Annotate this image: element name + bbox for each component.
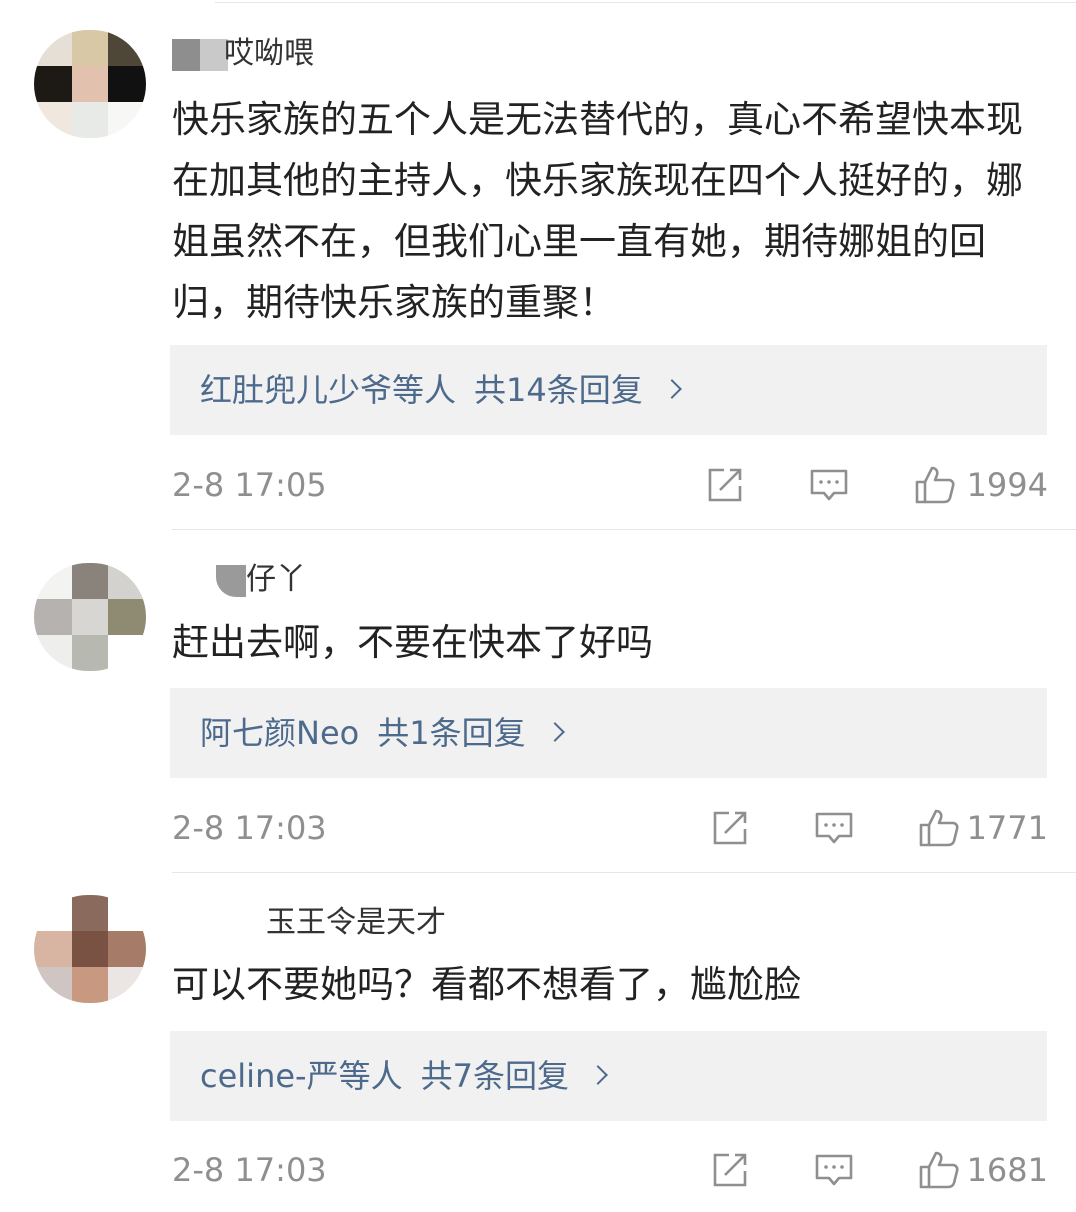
comment-text: 可以不要她吗？看都不想看了，尴尬脸 <box>172 963 801 1006</box>
username-text: 玉王令是天才 <box>266 905 446 940</box>
share-icon[interactable] <box>709 807 751 849</box>
share-icon[interactable] <box>704 464 746 506</box>
replies-box[interactable]: celine-严等人 共7条回复 <box>170 1031 1047 1121</box>
comment-icon[interactable] <box>808 464 850 506</box>
chevron-right-icon <box>661 379 682 399</box>
username-mosaic <box>172 907 272 940</box>
share-icon[interactable] <box>709 1149 751 1191</box>
divider <box>172 872 1076 873</box>
reply-count[interactable]: 共1条回复 <box>377 714 525 752</box>
reply-count[interactable]: 共7条回复 <box>421 1057 569 1095</box>
reply-users[interactable]: celine-严等人 <box>200 1057 403 1095</box>
top-divider <box>215 2 1076 3</box>
reply-users[interactable]: 阿七颜Neo <box>200 714 359 752</box>
chevron-right-icon <box>588 1065 608 1085</box>
username-mosaic <box>172 38 230 71</box>
replies-box[interactable]: 红肚兜儿少爷等人 共14条回复 <box>170 345 1047 435</box>
timestamp: 2-8 17:05 <box>172 466 327 504</box>
comment-meta: 2-8 17:05 1994 <box>172 462 1048 508</box>
like-icon[interactable] <box>918 807 960 849</box>
divider <box>172 529 1076 530</box>
timestamp: 2-8 17:03 <box>172 1151 327 1189</box>
timestamp: 2-8 17:03 <box>172 809 327 847</box>
username-text: 哎呦喂 <box>224 36 314 71</box>
username[interactable]: 哎呦喂 <box>172 34 314 74</box>
comment-icon[interactable] <box>813 1149 855 1191</box>
reply-count[interactable]: 共14条回复 <box>474 371 643 409</box>
comment-meta: 2-8 17:03 1771 <box>172 805 1048 851</box>
comment-icon[interactable] <box>813 807 855 849</box>
like-count: 1681 <box>966 1151 1048 1189</box>
avatar[interactable] <box>34 895 146 1003</box>
comment-text: 赶出去啊，不要在快本了好吗 <box>172 621 653 664</box>
like-icon[interactable] <box>918 1149 960 1191</box>
like-count: 1994 <box>966 466 1048 504</box>
replies-box[interactable]: 阿七颜Neo 共1条回复 <box>170 688 1047 778</box>
username-text: 仔丫 <box>246 562 306 597</box>
username[interactable]: 仔丫 <box>172 560 306 600</box>
like-count: 1771 <box>966 809 1048 847</box>
comment-meta: 2-8 17:03 1681 <box>172 1147 1048 1193</box>
avatar[interactable] <box>34 563 146 671</box>
username-mosaic <box>172 564 252 597</box>
like-icon[interactable] <box>914 464 956 506</box>
reply-users[interactable]: 红肚兜儿少爷等人 <box>200 371 456 409</box>
chevron-right-icon <box>544 722 565 742</box>
username[interactable]: 玉王令是天才 <box>172 903 446 943</box>
comment-text: 快乐家族的五个人是无法替代的，真心不希望快本现在加其他的主持人，快乐家族现在四个… <box>172 98 1023 324</box>
avatar[interactable] <box>34 30 146 138</box>
